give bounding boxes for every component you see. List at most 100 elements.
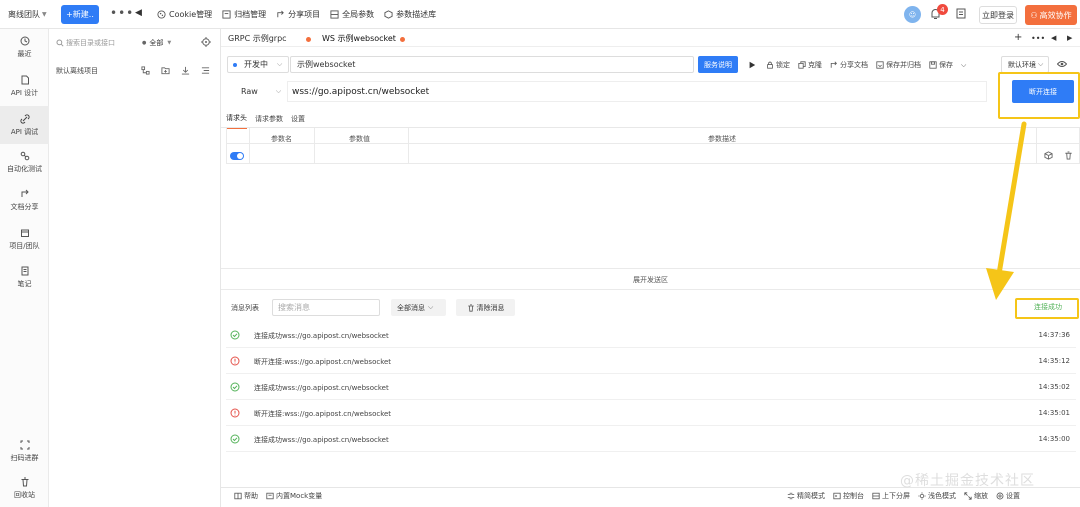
message-text: 连接成功wss://go.apipost.cn/websocket — [254, 384, 389, 392]
share-icon — [830, 61, 837, 68]
tab-prev-icon[interactable]: ◀ — [1051, 34, 1056, 42]
share-doc-button[interactable]: 分享文档 — [830, 60, 868, 70]
sidebar-item-api-debug[interactable]: API 调试 — [0, 106, 49, 144]
tree-structure-icon[interactable] — [141, 66, 150, 75]
add-tab-icon[interactable]: + — [1014, 32, 1022, 43]
more-icon[interactable]: ••• — [1031, 34, 1045, 43]
eye-icon[interactable] — [1057, 60, 1067, 68]
tab-websocket[interactable]: WS 示例websocket — [322, 33, 396, 44]
new-button[interactable]: +新建.. — [61, 5, 99, 24]
split-view-button[interactable]: 上下分屏 — [872, 491, 910, 501]
trash-icon — [467, 303, 474, 312]
settings-button[interactable]: 设置 — [996, 491, 1020, 501]
sort-icon[interactable] — [201, 66, 210, 75]
collapse-left-icon[interactable]: ◀ — [135, 8, 142, 18]
nav-label: Cookie管理 — [169, 10, 213, 19]
flow-icon — [20, 151, 29, 161]
nav-cookie-manager[interactable]: Cookie管理 — [157, 9, 212, 20]
theme-button[interactable]: 浅色模式 — [918, 491, 956, 501]
download-icon[interactable] — [181, 66, 190, 75]
status-select[interactable]: 开发中 ⌵ — [227, 56, 289, 73]
mock-vars-button[interactable]: 内置Mock变量 — [266, 491, 322, 501]
nav-label: 参数描述库 — [396, 10, 437, 19]
param-enable-toggle[interactable] — [230, 152, 244, 160]
service-doc-button[interactable]: 服务说明 — [698, 56, 738, 73]
sidebar-item-automation[interactable]: 自动化测试 — [0, 151, 49, 177]
sidebar-item-scan-group[interactable]: 扫码进群 — [0, 440, 49, 466]
message-row[interactable]: 连接成功wss://go.apipost.cn/websocket 14:35:… — [226, 426, 1076, 452]
divider — [221, 268, 1080, 269]
sidebar-item-notes[interactable]: 笔记 — [0, 266, 49, 292]
console-button[interactable]: 控制台 — [833, 491, 864, 501]
message-filter-select[interactable]: 全部消息 ⌵ — [391, 299, 446, 316]
message-time: 14:35:12 — [1038, 357, 1070, 365]
tab-grpc[interactable]: GRPC 示例grpc — [228, 33, 287, 44]
message-text: 连接成功wss://go.apipost.cn/websocket — [254, 332, 389, 340]
column-divider — [1036, 128, 1037, 164]
chevron-down-icon: ▼ — [42, 11, 47, 18]
tree-search[interactable]: 搜索目录或接口 — [56, 38, 115, 48]
environment-value: 默认环境 — [1008, 60, 1036, 69]
cube-icon[interactable] — [1044, 151, 1053, 160]
sidebar-item-doc-share[interactable]: 文档分享 — [0, 189, 49, 215]
collaborate-button[interactable]: ⚇ 高效协作 — [1025, 5, 1077, 25]
notes-icon[interactable] — [956, 8, 966, 19]
subtab-settings[interactable]: 设置 — [291, 114, 305, 128]
request-toolbar: 锁定 克隆 分享文档 保存并归档 保存 ⌵ — [748, 57, 974, 73]
lock-button[interactable]: 锁定 — [766, 60, 790, 70]
login-button[interactable]: 立即登录 — [979, 6, 1017, 24]
tree-root-project[interactable]: 默认离线项目 — [56, 66, 98, 76]
environment-select[interactable]: 默认环境 ⌵ — [1001, 56, 1049, 73]
sidebar-item-api-design[interactable]: API 设计 — [0, 75, 49, 101]
team-selector[interactable]: 离线团队 ▼ — [8, 9, 47, 20]
chevron-down-icon: ⌵ — [1038, 60, 1044, 68]
save-archive-button[interactable]: 保存并归档 — [876, 60, 921, 70]
trash-icon[interactable] — [1064, 151, 1073, 160]
new-folder-icon[interactable] — [161, 66, 170, 75]
message-row[interactable]: 断开连接:wss://go.apipost.cn/websocket 14:35… — [226, 348, 1076, 374]
message-search-input[interactable]: 搜索消息 — [272, 299, 380, 316]
clone-button[interactable]: 克隆 — [798, 60, 822, 70]
toolbar-label: 分享文档 — [840, 61, 868, 69]
success-icon — [230, 434, 240, 444]
nav-global-params[interactable]: 全局参数 — [330, 9, 374, 20]
status-value: 开发中 — [244, 60, 268, 69]
expand-send-area[interactable]: 展开发送区 — [221, 275, 1080, 285]
protocol-select[interactable]: Raw ⌵ — [227, 81, 287, 102]
save-icon — [929, 61, 937, 69]
save-button[interactable]: 保存 — [929, 60, 953, 70]
compact-icon — [787, 492, 795, 500]
bottom-label: 浅色模式 — [928, 492, 956, 500]
message-row[interactable]: 连接成功wss://go.apipost.cn/websocket 14:35:… — [226, 374, 1076, 400]
sidebar-item-project-team[interactable]: 项目/团队 — [0, 228, 49, 254]
help-button[interactable]: 帮助 — [234, 491, 258, 501]
nav-param-library[interactable]: 参数描述库 — [384, 9, 436, 20]
params-table: 参数名 参数值 参数描述 — [226, 128, 1080, 164]
avatar[interactable]: ☺ — [904, 6, 921, 23]
message-row[interactable]: 断开连接:wss://go.apipost.cn/websocket 14:35… — [226, 400, 1076, 426]
more-icon[interactable]: ••• — [110, 6, 134, 20]
nav-share-project[interactable]: 分享项目 — [276, 9, 320, 20]
url-input[interactable]: wss://go.apipost.cn/websocket — [287, 81, 987, 102]
send-button[interactable] — [748, 61, 758, 69]
clear-messages-button[interactable]: 清除消息 — [456, 299, 515, 316]
zoom-button[interactable]: 缩放 — [964, 491, 988, 501]
sidebar-item-trash[interactable]: 回收站 — [0, 477, 49, 503]
sidebar-item-label: 回收站 — [14, 491, 35, 499]
compact-mode-button[interactable]: 精简模式 — [787, 491, 825, 501]
save-options-icon[interactable]: ⌵ — [961, 61, 966, 70]
request-name-input[interactable]: 示例websocket — [290, 56, 694, 73]
message-row[interactable]: 连接成功wss://go.apipost.cn/websocket 14:37:… — [226, 322, 1076, 348]
sidebar-item-label: 自动化测试 — [7, 165, 42, 173]
sidebar-item-recent[interactable]: 最近 — [0, 36, 49, 62]
locate-icon[interactable] — [201, 37, 211, 47]
tab-next-icon[interactable]: ▶ — [1067, 34, 1072, 42]
bottom-label: 精简模式 — [797, 492, 825, 500]
subtab-params[interactable]: 请求参数 — [255, 114, 283, 128]
search-icon — [56, 39, 64, 47]
sidebar-item-label: 文档分享 — [10, 203, 39, 211]
tree-scope-select[interactable]: ● 全部 ▼ — [142, 38, 171, 48]
nav-archive[interactable]: 归档管理 — [222, 9, 266, 20]
divider — [221, 289, 1080, 290]
cookie-icon — [157, 10, 166, 19]
